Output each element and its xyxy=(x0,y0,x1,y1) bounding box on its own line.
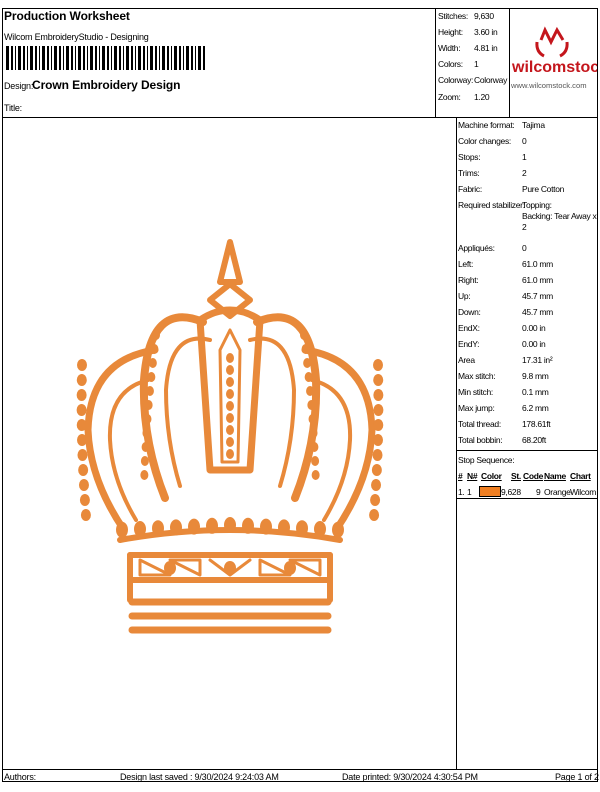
stop-seq-rule xyxy=(456,498,598,499)
detail-value: 2 xyxy=(522,168,527,178)
col-num: # xyxy=(458,471,463,481)
detail-value: 0 xyxy=(522,243,527,253)
detail-label: EndX: xyxy=(458,323,480,333)
detail-label: Max jump: xyxy=(458,403,495,413)
detail-value: 61.0 mm xyxy=(522,259,553,269)
detail-label: Fabric: xyxy=(458,184,482,194)
detail-value: 0.1 mm xyxy=(522,387,549,397)
detail-label: Appliqués: xyxy=(458,243,495,253)
col-nr: N# xyxy=(467,471,478,481)
detail-value: 17.31 in² xyxy=(522,355,553,365)
footer-last-saved: Design last saved : 9/30/2024 9:24:03 AM xyxy=(120,772,279,782)
detail-label: Down: xyxy=(458,307,481,317)
footer-rule xyxy=(2,769,598,770)
detail-label: Color changes: xyxy=(458,136,511,146)
colors-label: Colors: xyxy=(438,59,463,69)
logo-url-text: www.wilcomstock.com xyxy=(511,81,587,90)
wilcomstock-logo: wilcomstock www.wilcomstock.com xyxy=(511,26,597,90)
sidebar-divider xyxy=(456,117,457,769)
detail-value: 6.2 mm xyxy=(522,403,549,413)
title-label: Title: xyxy=(4,103,22,113)
col-st: St. xyxy=(511,471,521,481)
detail-value: 1 xyxy=(522,152,527,162)
detail-value: 61.0 mm xyxy=(522,275,553,285)
detail-label: Right: xyxy=(458,275,479,285)
detail-value: 178.61ft xyxy=(522,419,551,429)
row-code: 9 xyxy=(536,487,541,497)
software-name: Wilcom EmbroideryStudio - Designing xyxy=(4,32,149,42)
row-stitches: 9,628 xyxy=(501,487,521,497)
logo-brand-text: wilcomstock xyxy=(511,59,597,76)
zoom-value: 1.20 xyxy=(474,92,490,102)
color-swatch xyxy=(479,486,501,497)
stop-sequence-title: Stop Sequence: xyxy=(458,455,515,465)
col-color: Color xyxy=(481,471,502,481)
row-nr: 1 xyxy=(467,487,472,497)
footer-date-printed: Date printed: 9/30/2024 4:30:54 PM xyxy=(342,772,478,782)
detail-value: 9.8 mm xyxy=(522,371,549,381)
width-label: Width: xyxy=(438,43,461,53)
zoom-label: Zoom: xyxy=(438,92,461,102)
detail-label: Area xyxy=(458,355,475,365)
detail-value: Tajima xyxy=(522,120,545,130)
detail-label: Up: xyxy=(458,291,471,301)
detail-value: 68.20ft xyxy=(522,435,546,445)
colorway-value: Colorway 1 xyxy=(474,75,508,85)
row-chart: Wilcom xyxy=(570,487,596,497)
height-value: 3.60 in xyxy=(474,27,498,37)
stitches-label: Stitches: xyxy=(438,11,468,21)
detail-value: 45.7 mm xyxy=(522,291,553,301)
design-label: Design: xyxy=(4,81,34,91)
row-num: 1. xyxy=(458,487,465,497)
footer-authors: Authors: xyxy=(4,772,36,782)
detail-value: 0.00 in xyxy=(522,339,546,349)
barcode-graphic xyxy=(6,46,205,70)
detail-value: Backing: Tear Away x xyxy=(522,211,597,221)
detail-value: Pure Cotton xyxy=(522,184,565,194)
detail-value: 0.00 in xyxy=(522,323,546,333)
header-divider-1 xyxy=(435,8,436,117)
header-divider-2 xyxy=(509,8,510,117)
detail-label: Machine format: xyxy=(458,120,515,130)
detail-label: Left: xyxy=(458,259,474,269)
detail-value: 0 xyxy=(522,136,527,146)
col-code: Code xyxy=(523,471,544,481)
detail-value: 45.7 mm xyxy=(522,307,553,317)
footer-page-number: Page 1 of 2 xyxy=(555,772,599,782)
height-label: Height: xyxy=(438,27,463,37)
detail-label: Stops: xyxy=(458,152,481,162)
colors-value: 1 xyxy=(474,59,479,69)
detail-label: Total bobbin: xyxy=(458,435,503,445)
page-title: Production Worksheet xyxy=(4,9,130,23)
detail-value: 2 xyxy=(522,222,527,232)
col-name: Name xyxy=(544,471,566,481)
design-name: Crown Embroidery Design xyxy=(32,78,181,92)
colorway-label: Colorway: xyxy=(438,75,474,85)
stitches-value: 9,630 xyxy=(474,11,494,21)
detail-label: Min stitch: xyxy=(458,387,493,397)
detail-label: Trims: xyxy=(458,168,480,178)
details-rule xyxy=(456,450,598,451)
detail-label: Total thread: xyxy=(458,419,501,429)
detail-label: Max stitch: xyxy=(458,371,496,381)
crown-embroidery-preview xyxy=(76,239,384,634)
row-name: Orange xyxy=(544,487,571,497)
detail-label: EndY: xyxy=(458,339,480,349)
worksheet-page: Production Worksheet Wilcom EmbroiderySt… xyxy=(0,0,600,792)
width-value: 4.81 in xyxy=(474,43,498,53)
detail-value: Topping: xyxy=(522,200,552,210)
detail-label: Required stabilizer: xyxy=(458,200,525,210)
col-chart: Chart xyxy=(570,471,591,481)
logo-emblem-icon xyxy=(535,26,569,58)
header-bottom-rule xyxy=(2,117,598,118)
